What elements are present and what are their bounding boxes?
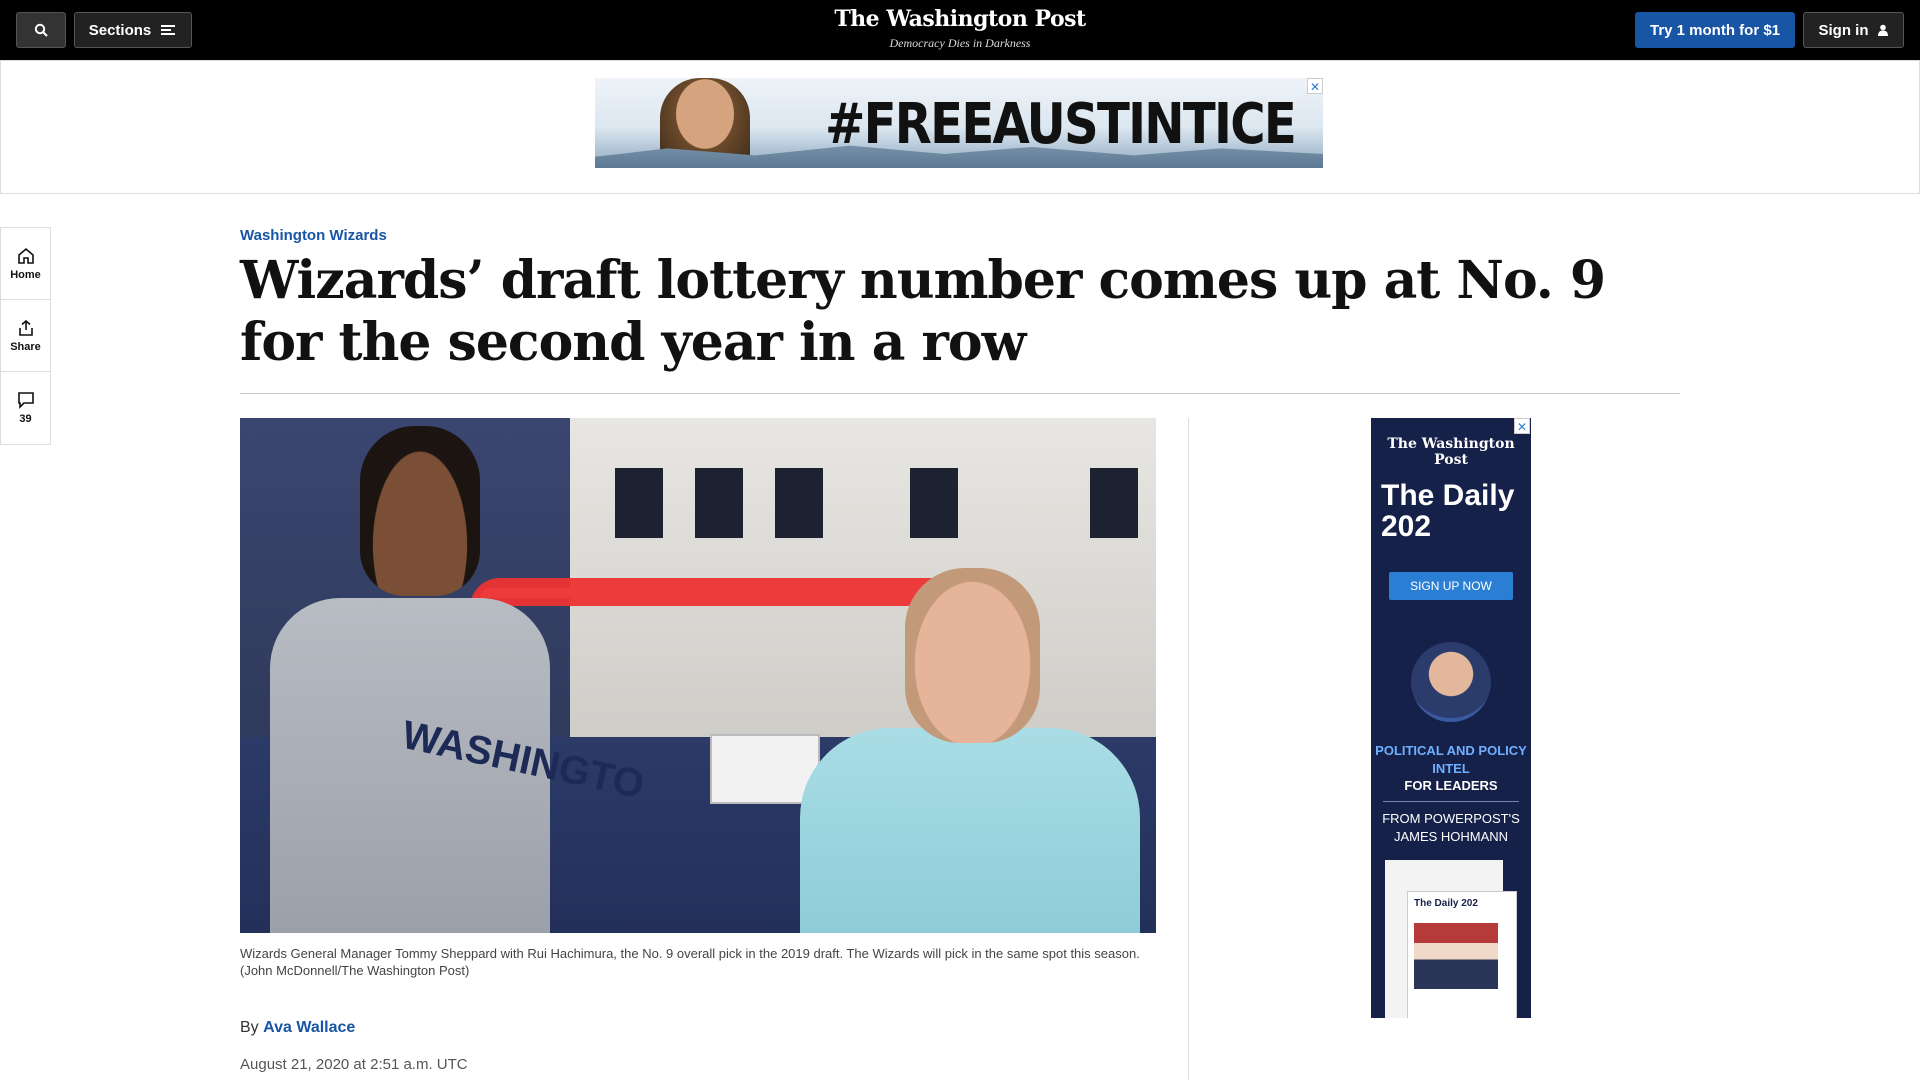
- column-divider: [1188, 418, 1189, 1080]
- search-icon: [34, 23, 48, 37]
- publish-date: August 21, 2020 at 2:51 a.m. UTC: [240, 1056, 468, 1073]
- photo-window: [775, 468, 823, 538]
- side-ad-newsletter-card: The Daily 202: [1407, 891, 1517, 1018]
- masthead-logo[interactable]: The Washington Post: [760, 6, 1160, 32]
- side-ad-title: The Daily 202: [1381, 479, 1515, 543]
- ad-close-icon[interactable]: ✕: [1307, 78, 1323, 94]
- article-lead-photo[interactable]: WASHINGTO: [240, 418, 1156, 933]
- sign-in-button[interactable]: Sign in: [1803, 12, 1904, 48]
- photo-gm-head: [905, 568, 1040, 743]
- side-ad-logo: The Washington Post: [1387, 436, 1515, 468]
- side-ad-daily-202[interactable]: The Washington Post The Daily 202 SIGN U…: [1371, 418, 1531, 1018]
- left-action-rail: Home Share 39: [0, 227, 51, 445]
- share-icon: [18, 319, 33, 336]
- comment-count: 39: [19, 413, 32, 425]
- user-icon: [1877, 24, 1888, 36]
- byline-prefix: By: [240, 1019, 259, 1036]
- side-ad-signup-button[interactable]: SIGN UP NOW: [1389, 572, 1513, 600]
- side-ad-line-3: FROM POWERPOST'S JAMES HOHMANN: [1382, 811, 1520, 844]
- comment-icon: [17, 392, 34, 409]
- photo-window: [910, 468, 958, 538]
- rail-home-label: Home: [10, 268, 41, 281]
- home-icon: [17, 247, 34, 264]
- menu-icon: [161, 25, 176, 35]
- author-link[interactable]: Ava Wallace: [263, 1019, 355, 1036]
- photo-gm: [800, 568, 1140, 933]
- search-button[interactable]: [16, 12, 66, 48]
- top-nav: Sections The Washington Post Democracy D…: [0, 0, 1920, 60]
- photo-gm-shirt: [800, 728, 1140, 933]
- photo-player-head: [360, 426, 480, 596]
- section-kicker-link[interactable]: Washington Wizards: [240, 227, 387, 244]
- photo-window: [1090, 468, 1138, 538]
- byline: By Ava Wallace: [240, 1019, 355, 1037]
- side-ad-line-2: FOR LEADERS: [1404, 778, 1498, 793]
- masthead-tagline: Democracy Dies in Darkness: [889, 36, 1031, 50]
- side-ad-divider: [1383, 801, 1519, 802]
- rail-share-label: Share: [10, 340, 41, 353]
- photo-caption: Wizards General Manager Tommy Sheppard w…: [240, 946, 1140, 978]
- headline-divider: [240, 393, 1680, 394]
- side-ad-close-icon[interactable]: ✕: [1514, 418, 1530, 434]
- article-headline: Wizards’ draft lottery number comes up a…: [240, 250, 1606, 373]
- photo-window: [695, 468, 743, 538]
- rail-home[interactable]: Home: [1, 228, 50, 300]
- rail-share[interactable]: Share: [1, 300, 50, 372]
- side-ad-paper-title: The Daily 202: [1414, 898, 1478, 909]
- side-ad-portrait: [1411, 642, 1491, 722]
- masthead[interactable]: The Washington Post Democracy Dies in Da…: [760, 6, 1160, 51]
- rail-comments[interactable]: 39: [1, 372, 50, 444]
- sign-in-label: Sign in: [1818, 21, 1869, 39]
- top-banner-ad[interactable]: #FREEAUSTINTICE: [595, 78, 1323, 168]
- side-ad-paper-photo: [1414, 923, 1498, 989]
- ad-headline: #FREEAUSTINTICE: [825, 92, 1297, 157]
- side-ad-line-1: POLITICAL AND POLICY INTEL: [1375, 743, 1527, 776]
- photo-player: WASHINGTO: [250, 418, 648, 933]
- photo-window: [615, 468, 663, 538]
- sections-button[interactable]: Sections: [74, 12, 192, 48]
- sections-label: Sections: [88, 21, 152, 39]
- subscribe-button[interactable]: Try 1 month for $1: [1635, 12, 1795, 48]
